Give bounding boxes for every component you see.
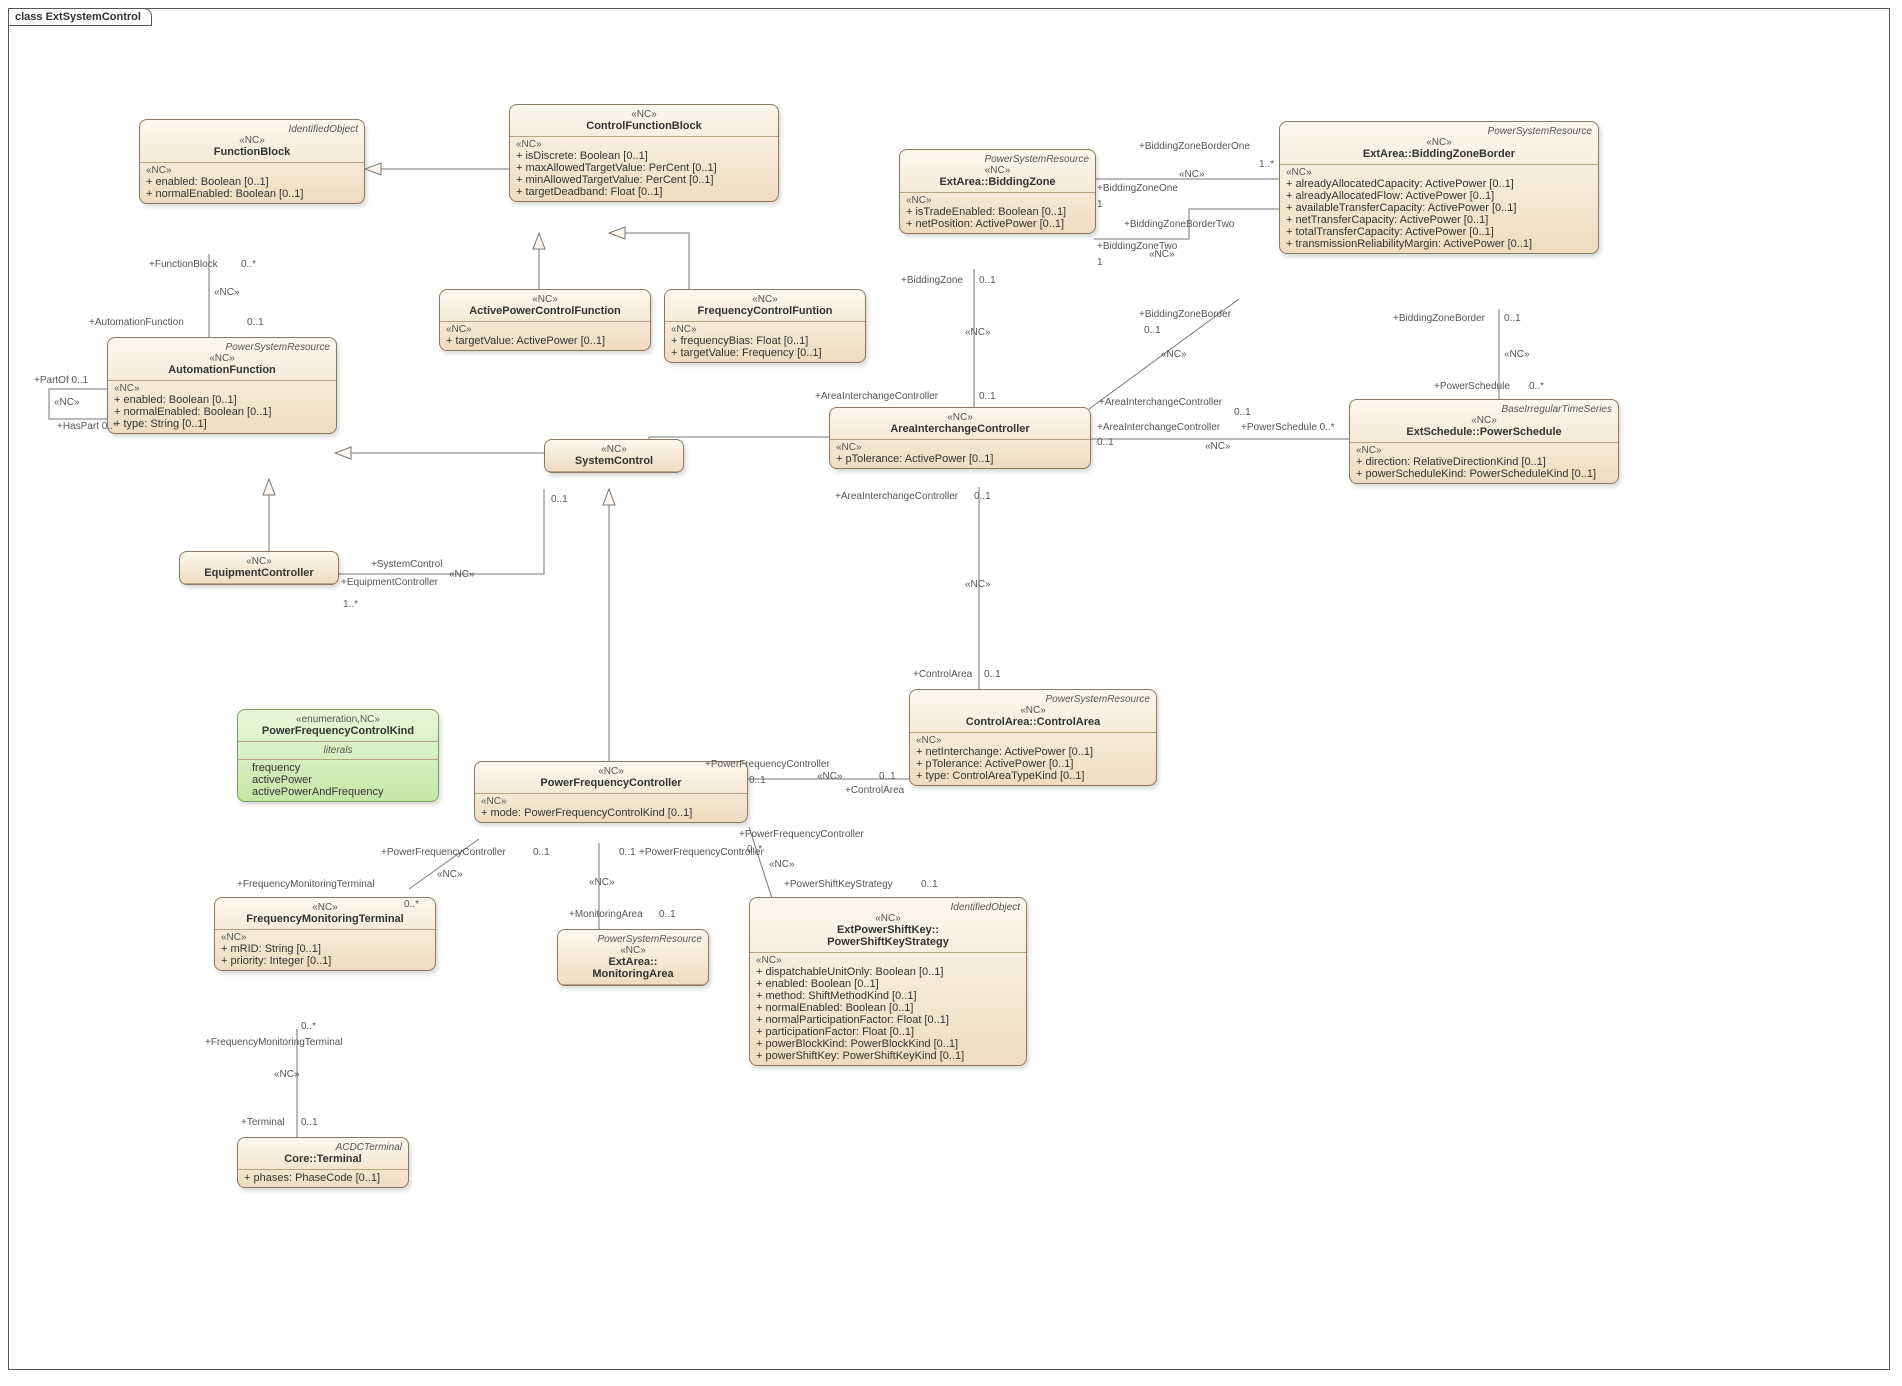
class-biddingzoneborder[interactable]: PowerSystemResource«NC»ExtArea::BiddingZ…	[1279, 121, 1599, 254]
class-powerfrequencycontroller[interactable]: «NC»PowerFrequencyController «NC» + mode…	[474, 761, 748, 823]
class-powerschedule[interactable]: BaseIrregularTimeSeries«NC»ExtSchedule::…	[1349, 399, 1619, 484]
class-monitoringarea[interactable]: PowerSystemResource«NC»ExtArea:: Monitor…	[557, 929, 709, 986]
class-equipmentcontroller[interactable]: «NC»EquipmentController	[179, 551, 339, 585]
class-activepowercontrolfunction[interactable]: «NC»ActivePowerControlFunction «NC» + ta…	[439, 289, 651, 351]
diagram-frame: class ExtSystemControl	[8, 8, 1890, 1370]
class-terminal[interactable]: ACDCTerminalCore::Terminal + phases: Pha…	[237, 1137, 409, 1188]
class-areainterchangecontroller[interactable]: «NC»AreaInterchangeController «NC» + pTo…	[829, 407, 1091, 469]
class-powerfrequencycontrolkind[interactable]: «enumeration,NC»PowerFrequencyControlKin…	[237, 709, 439, 802]
class-controlarea[interactable]: PowerSystemResource«NC»ControlArea::Cont…	[909, 689, 1157, 786]
class-frequencycontrolfuntion[interactable]: «NC»FrequencyControlFuntion «NC» + frequ…	[664, 289, 866, 363]
class-functionblock[interactable]: IdentifiedObject«NC»FunctionBlock «NC» +…	[139, 119, 365, 204]
class-powershiftkeystrategy[interactable]: IdentifiedObject«NC»ExtPowerShiftKey:: P…	[749, 897, 1027, 1066]
class-frequencymonitoringterminal[interactable]: «NC»FrequencyMonitoringTerminal «NC» + m…	[214, 897, 436, 971]
class-automationfunction[interactable]: PowerSystemResource«NC»AutomationFunctio…	[107, 337, 337, 434]
class-systemcontrol[interactable]: «NC»SystemControl	[544, 439, 684, 473]
class-biddingzone[interactable]: PowerSystemResource«NC»ExtArea::BiddingZ…	[899, 149, 1096, 234]
class-controlfunctionblock[interactable]: «NC»ControlFunctionBlock «NC» + isDiscre…	[509, 104, 779, 202]
